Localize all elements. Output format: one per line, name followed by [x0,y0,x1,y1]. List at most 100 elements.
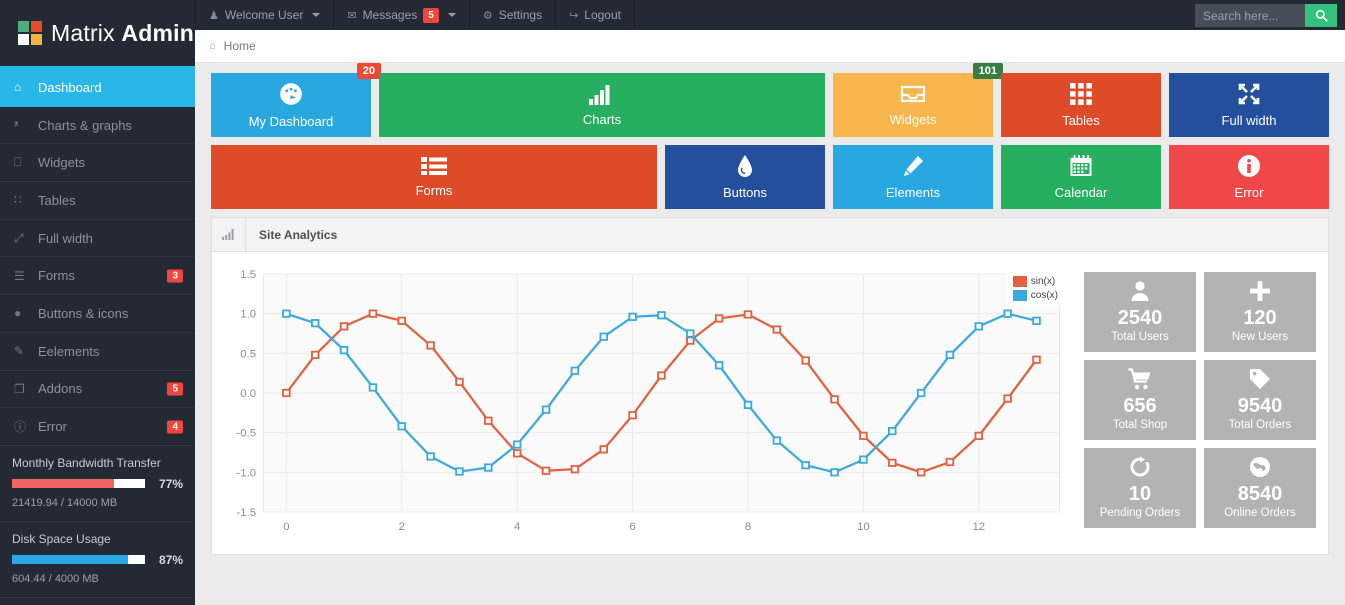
inbox-icon [900,83,926,111]
sidebar-item-full-width[interactable]: ⤢ Full width [0,220,195,258]
sidebar-item-label: Addons [38,381,83,397]
list-icon: ☰ [14,268,25,283]
tile-label: Full width [1221,113,1277,128]
sidebar-menu: ⌂ Dashboard ᵜ Charts & graphs ⎕ Widgets ∷ Table… [0,69,195,446]
sidebar-badge: 5 [167,382,183,396]
sidebar-meter-0: Monthly Bandwidth Transfer 77% 21419.94 / … [0,446,195,522]
stat-total-orders[interactable]: 9540 Total Orders [1204,360,1316,440]
meter-subtext: 21419.94 / 14000 MB [12,496,118,509]
envelope-icon: ✉ [347,9,357,22]
topnav-item-label: Settings [498,8,543,22]
meter-subtext: 604.44 / 4000 MB [12,572,99,585]
search-button[interactable] [1305,4,1337,27]
meter-title: Monthly Bandwidth Transfer [12,455,161,470]
tile-badge: 101 [972,63,1003,79]
stat-online-orders[interactable]: 8540 Online Orders [1204,448,1316,528]
tile-label: My Dashboard [248,114,334,129]
topnav-item-label: Welcome User [224,8,304,22]
file-icon: ❐ [14,381,25,396]
sidebar-item-charts-graphs[interactable]: ᵜ Charts & graphs [0,107,195,145]
tile-calendar[interactable]: Calendar [1001,145,1161,209]
legend-item: cos(x) [1012,290,1058,301]
tile-label: Calendar [1054,185,1108,200]
legend-item: sin(x) [1012,276,1058,287]
inbox-icon: ⎕ [14,155,22,170]
tile-badge: 20 [356,63,381,79]
stats-grid: 2540 Total Users 120 New Users 656 Total Shop… [1084,266,1316,546]
stat-value: 2540 [1117,307,1163,329]
user-icon: ♟ [209,9,219,22]
stat-pending-orders[interactable]: 10 Pending Orders [1084,448,1196,528]
sidebar-item-eelements[interactable]: ✎ Eelements [0,333,195,371]
topnav-item-welcome-user[interactable]: ♟ Welcome User [195,0,335,30]
sidebar-item-label: Buttons & icons [38,305,129,321]
stat-total-shop[interactable]: 656 Total Shop [1084,360,1196,440]
stat-new-users[interactable]: 120 New Users [1204,272,1316,352]
svg-text:4: 4 [514,521,520,533]
search-input[interactable] [1195,4,1305,27]
brand-bold-text: Admin [121,19,194,46]
brand-light-text: Matrix [51,19,115,46]
pencil-icon [901,154,925,184]
sidebar-item-label: Dashboard [38,79,102,95]
tile-forms[interactable]: Forms [211,145,657,209]
sidebar-item-label: Forms [38,268,75,284]
stat-label: New Users [1231,331,1289,343]
svg-text:1.0: 1.0 [240,309,256,321]
sidebar-meters: Monthly Bandwidth Transfer 77% 21419.94 / … [0,446,195,598]
search-box[interactable] [1195,4,1337,27]
tile-my-dashboard[interactable]: 20 My Dashboard [211,63,381,137]
chevron-down-icon [447,13,456,17]
sidebar-item-forms[interactable]: ☰ Forms 3 [0,257,195,296]
tile-tables[interactable]: Tables [1001,73,1161,137]
sidebar-item-label: Full width [38,230,93,246]
tile-elements[interactable]: Elements [833,145,993,209]
tile-charts[interactable]: Charts [379,73,825,137]
tile-label: Charts [582,112,622,127]
tile-label: Forms [415,183,453,198]
main-content: ⌂ Home 20 My Dashboard Charts 101 Widgets Tab… [195,30,1345,605]
bar-chart-icon [589,83,615,111]
topnav-item-settings[interactable]: ⚙ Settings [470,0,557,30]
dashboard-icon [278,81,304,113]
grid-icon: ∷ [14,193,22,208]
sidebar-item-widgets[interactable]: ⎕ Widgets [0,144,195,183]
stat-value: 8540 [1237,483,1283,505]
site-analytics-panel: Site Analytics -1.5 -1.0 -0.5 0.0 0.5 1.0 1.5 0… [211,217,1329,555]
info-icon: ⓘ [14,420,27,435]
logout-icon: ↪ [569,9,579,22]
sidebar-item-tables[interactable]: ∷ Tables [0,182,195,220]
tile-error[interactable]: Error [1169,145,1329,209]
stat-value: 656 [1123,395,1157,417]
panel-header: Site Analytics [212,218,1328,252]
tile-label: Elements [885,185,941,200]
sidebar-item-addons[interactable]: ❐ Addons 5 [0,371,195,409]
sidebar-item-buttons-icons[interactable]: ● Buttons & icons [0,295,195,333]
top-navbar: ♟ Welcome User ✉ Messages 5 ⚙ Settings ↪ Logout [0,0,1345,30]
tile-shortcuts: 20 My Dashboard Charts 101 Widgets Tables Full… [195,63,1345,209]
panel-body: -1.5 -1.0 -0.5 0.0 0.5 1.0 1.5 0 2 4 6 8 10 12 sin(x)… [212,252,1328,554]
svg-text:0: 0 [283,521,289,533]
sidebar-item-error[interactable]: ⓘ Error 4 [0,408,195,446]
breadcrumb-label[interactable]: Home [224,39,256,53]
analytics-chart[interactable]: -1.5 -1.0 -0.5 0.0 0.5 1.0 1.5 0 2 4 6 8 10 12 sin(x)… [224,266,1072,546]
home-icon: ⌂ [209,40,216,52]
svg-text:-0.5: -0.5 [236,428,256,440]
brand-logo-area[interactable]: Matrix Admin [0,0,195,66]
tile-buttons[interactable]: Buttons [665,145,825,209]
expand-icon [1237,82,1261,112]
topnav-item-messages[interactable]: ✉ Messages 5 [334,0,470,30]
sidebar-meter-1: Disk Space Usage 87% 604.44 / 4000 MB [0,522,195,598]
stat-total-users[interactable]: 2540 Total Users [1084,272,1196,352]
chart-icon: ᵜ [14,118,19,133]
meter-percent: 77% [158,476,183,491]
meter-fill [12,479,115,489]
sidebar-item-dashboard[interactable]: ⌂ Dashboard [0,69,195,107]
tile-widgets[interactable]: 101 Widgets [833,63,1003,137]
plus-icon [1249,280,1271,307]
tile-full-width[interactable]: Full width [1169,73,1329,137]
stat-value: 10 [1128,483,1152,505]
calendar-icon [1069,154,1093,184]
home-icon: ⌂ [14,80,22,95]
topnav-item-logout[interactable]: ↪ Logout [556,0,635,30]
